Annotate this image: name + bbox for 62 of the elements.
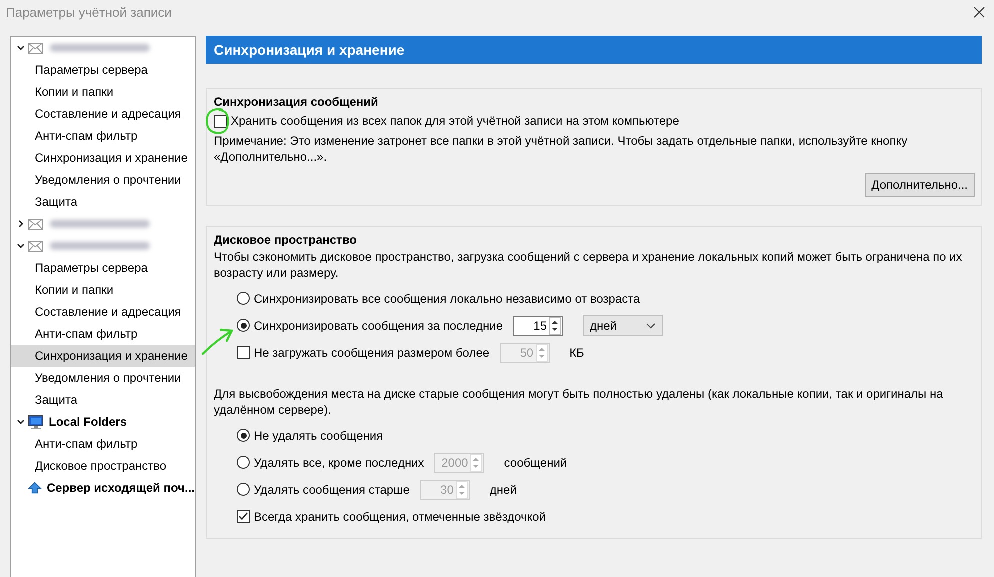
tree-item[interactable]: Анти-спам фильтр [11,433,195,455]
radio-button[interactable] [237,483,250,496]
description-text: Для высвобождения места на диске старые сообщения могут быть полностью удалены (как локальные копии, так и оригиналы на удалённом сервере). [214,386,944,418]
note-text: Примечание: Это изменение затронет все папки в этой учётной записи. Чтобы задать отдельные папки, используйте кнопку «Дополнительно...». [214,133,909,165]
option-label: Не загружать сообщения размером более [254,346,490,360]
checkbox[interactable] [237,346,250,359]
envelope-icon [28,218,43,230]
tree-item[interactable]: Уведомления о прочтении [11,367,195,389]
chevron-down-icon [646,322,656,328]
tree-item[interactable]: Синхронизация и хранение [11,147,195,169]
annotation-arrow [201,326,235,356]
monitor-icon [28,414,44,430]
tree-label: Local Folders [49,415,128,429]
radio-button[interactable] [237,292,250,305]
radio-button[interactable] [237,319,250,332]
option-label: Не удалять сообщения [254,428,384,442]
advanced-button[interactable]: Дополнительно... [864,173,975,197]
chevron-down-icon[interactable] [17,419,25,425]
tree-item[interactable]: Синхронизация и хранение [11,345,195,367]
checkbox[interactable] [237,510,250,523]
unit-dropdown[interactable]: дней [583,315,663,336]
tree-item[interactable]: Параметры сервера [11,257,195,279]
tree-item[interactable]: Параметры сервера [11,59,195,81]
unit-label: КБ [570,346,584,360]
envelope-icon [28,240,43,252]
group-title: Дисковое пространство [214,232,358,249]
unit-label: дней [490,482,517,496]
number-spinner[interactable]: 15 [513,316,563,336]
option-label: Удалять все, кроме последних [254,456,424,470]
tree-item[interactable]: Копии и папки [11,279,195,301]
tree-item[interactable]: Анти-спам фильтр [11,323,195,345]
tree-item[interactable]: Защита [11,389,195,411]
checkbox[interactable] [214,114,227,128]
radio-button[interactable] [237,456,250,469]
chevron-down-icon[interactable] [17,243,25,249]
upload-arrow-icon [28,481,42,495]
radio-button[interactable] [237,429,250,442]
tree-item[interactable]: Защита [11,191,195,213]
chevron-right-icon[interactable] [17,220,25,228]
option-label: Синхронизировать все сообщения локально независимо от возраста [254,292,640,306]
description-text: Чтобы сэкономить дисковое пространство, загрузка сообщений с сервера и хранение локальных копий может быть ограничена по их возрасту или размеру. [214,249,964,281]
spin-arrows-icon[interactable] [549,316,561,334]
option-label: Хранить сообщения из всех папок для этой учётной записи на этом компьютере [231,114,680,128]
tree-item[interactable]: Дисковое пространство [11,455,195,477]
window-title: Параметры учётной записи [6,5,172,20]
envelope-icon [28,42,43,54]
tree-item[interactable]: Local Folders [11,411,195,433]
option-label: Синхронизировать сообщения за последние [254,318,503,332]
unit-label: сообщений [504,456,568,470]
option-label: Всегда хранить сообщения, отмеченные звёздочкой [254,510,546,524]
tree-item[interactable]: Анти-спам фильтр [11,125,195,147]
tree-item[interactable]: Уведомления о прочтении [11,169,195,191]
group-title: Синхронизация сообщений [214,94,380,111]
panel-header: Синхронизация и хранение [206,36,982,64]
chevron-down-icon[interactable] [17,45,25,51]
tree-item[interactable]: Составление и адресация [11,301,195,323]
close-icon[interactable] [974,7,985,18]
option-label: Удалять сообщения старше [254,482,410,496]
tree-item[interactable]: Сервер исходящей поч... [11,477,195,499]
tree-item[interactable]: Копии и папки [11,81,195,103]
tree-label: Сервер исходящей поч... [46,481,195,495]
tree-item[interactable]: Составление и адресация [11,103,195,125]
